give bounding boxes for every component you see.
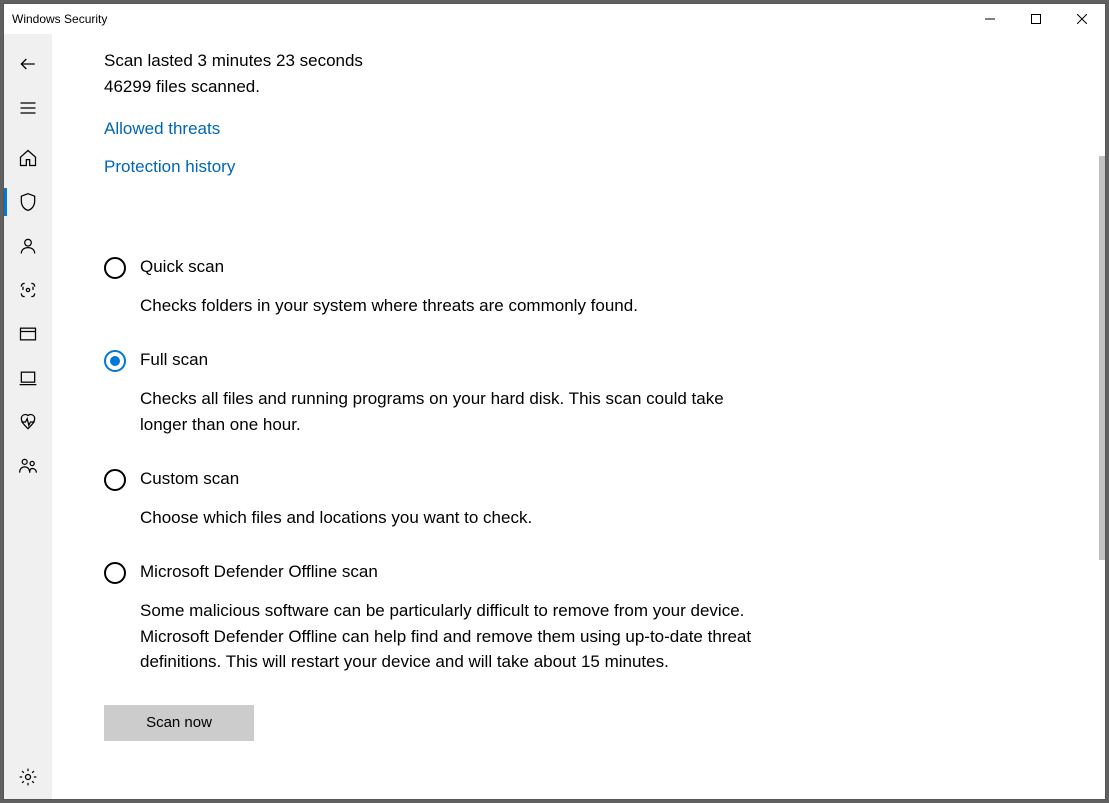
sidebar-item-settings[interactable] — [4, 755, 52, 799]
option-offline-scan[interactable]: Microsoft Defender Offline scan Some mal… — [104, 560, 792, 674]
close-button[interactable] — [1059, 4, 1105, 34]
option-quick-scan[interactable]: Quick scan Checks folders in your system… — [104, 255, 792, 318]
option-title: Full scan — [140, 348, 792, 372]
scrollbar[interactable] — [1099, 156, 1105, 560]
hamburger-menu-button[interactable] — [4, 86, 52, 130]
minimize-button[interactable] — [967, 4, 1013, 34]
scan-files-text: 46299 files scanned. — [104, 74, 792, 100]
option-full-scan[interactable]: Full scan Checks all files and running p… — [104, 348, 792, 437]
sidebar-item-home[interactable] — [4, 136, 52, 180]
window-title: Windows Security — [12, 12, 107, 26]
sidebar-item-device-performance[interactable] — [4, 400, 52, 444]
sidebar-item-device-security[interactable] — [4, 356, 52, 400]
radio-icon[interactable] — [104, 350, 126, 372]
content-area: Scan lasted 3 minutes 23 seconds 46299 f… — [52, 34, 1105, 799]
sidebar-item-firewall[interactable] — [4, 268, 52, 312]
maximize-button[interactable] — [1013, 4, 1059, 34]
option-description: Checks folders in your system where thre… — [140, 293, 740, 319]
option-description: Some malicious software can be particula… — [140, 598, 760, 675]
option-custom-scan[interactable]: Custom scan Choose which files and locat… — [104, 467, 792, 530]
scan-duration-text: Scan lasted 3 minutes 23 seconds — [104, 48, 792, 74]
radio-icon[interactable] — [104, 257, 126, 279]
radio-icon[interactable] — [104, 562, 126, 584]
option-title: Custom scan — [140, 467, 792, 491]
sidebar-item-virus-protection[interactable] — [4, 180, 52, 224]
scan-now-button[interactable]: Scan now — [104, 705, 254, 741]
titlebar[interactable]: Windows Security — [4, 4, 1105, 34]
option-description: Choose which files and locations you wan… — [140, 505, 740, 531]
back-button[interactable] — [4, 42, 52, 86]
option-title: Quick scan — [140, 255, 792, 279]
option-description: Checks all files and running programs on… — [140, 386, 740, 437]
protection-history-link[interactable]: Protection history — [104, 157, 792, 177]
allowed-threats-link[interactable]: Allowed threats — [104, 119, 792, 139]
option-title: Microsoft Defender Offline scan — [140, 560, 792, 584]
window-frame: Windows Security — [3, 3, 1106, 800]
sidebar-item-account-protection[interactable] — [4, 224, 52, 268]
sidebar-item-family-options[interactable] — [4, 444, 52, 488]
sidebar-item-app-browser[interactable] — [4, 312, 52, 356]
sidebar — [4, 34, 52, 799]
radio-icon[interactable] — [104, 469, 126, 491]
